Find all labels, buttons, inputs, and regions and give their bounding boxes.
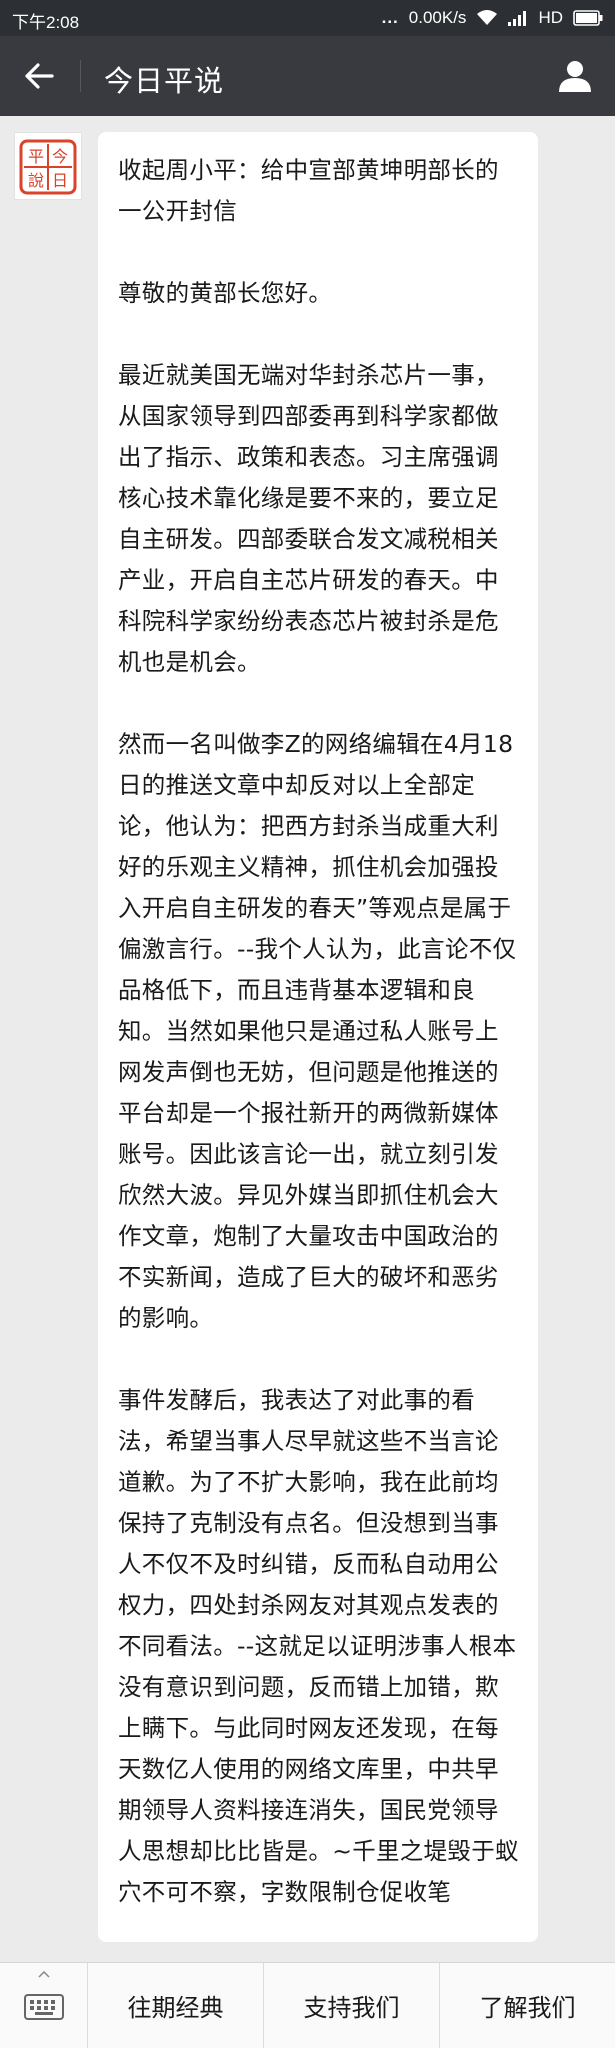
person-icon — [559, 61, 591, 92]
message-paragraph: 最近就美国无端对华封杀芯片一事，从国家领导到四部委再到科学家都做出了指示、政策和… — [118, 361, 499, 676]
menu-item-support-us[interactable]: 支持我们 — [264, 1963, 440, 2048]
keyboard-toggle-button[interactable] — [0, 1963, 88, 2048]
battery-icon — [573, 10, 603, 26]
avatar[interactable]: 今 日 平 說 — [14, 132, 82, 200]
wifi-icon — [476, 9, 498, 27]
message-bubble[interactable]: 收起周小平：给中宣部黄坤明部长的一公开封信 尊敬的黄部长您好。 最近就美国无端对… — [98, 132, 538, 1942]
seal-logo-icon: 今 日 平 說 — [19, 139, 77, 195]
network-speed: 0.00K/s — [408, 8, 467, 27]
message-paragraph: 然而一名叫做李Z的网络编辑在4月18日的推送文章中却反对以上全部定论，他认为：把… — [118, 730, 517, 1332]
title-bar: 今日平说 — [0, 36, 615, 116]
svg-text:說: 說 — [28, 171, 44, 190]
bottom-menu-bar: 往期经典 支持我们 了解我们 — [0, 1962, 615, 2048]
svg-text:日: 日 — [52, 171, 68, 190]
svg-text:平: 平 — [28, 147, 44, 166]
message-paragraph: 收起周小平：给中宣部黄坤明部长的一公开封信 — [118, 156, 499, 225]
message-paragraph: 尊敬的黄部长您好。 — [118, 279, 333, 307]
title-divider — [80, 60, 81, 92]
back-arrow-icon — [25, 63, 54, 89]
network-type: HD — [538, 8, 563, 27]
page-title: 今日平说 — [104, 64, 225, 98]
menu-item-past-classics[interactable]: 往期经典 — [88, 1963, 264, 2048]
menu-item-about-us[interactable]: 了解我们 — [440, 1963, 615, 2048]
profile-button[interactable] — [553, 54, 597, 98]
status-bar: 下午2:08 ... 0.00K/s HD — [0, 0, 615, 36]
keyboard-icon — [23, 1993, 64, 2020]
signal-icon — [508, 10, 528, 26]
status-time: 下午2:08 — [12, 13, 80, 32]
svg-text:今: 今 — [52, 147, 68, 166]
status-indicators: ... 0.00K/s HD — [382, 8, 603, 28]
caret-up-icon — [37, 1971, 50, 1978]
back-button[interactable] — [14, 54, 64, 98]
message-paragraph: 事件发酵后，我表达了对此事的看法，希望当事人尽早就这些不当言论道歉。为了不扩大影… — [118, 1386, 519, 1906]
more-dots-icon: ... — [381, 8, 399, 27]
